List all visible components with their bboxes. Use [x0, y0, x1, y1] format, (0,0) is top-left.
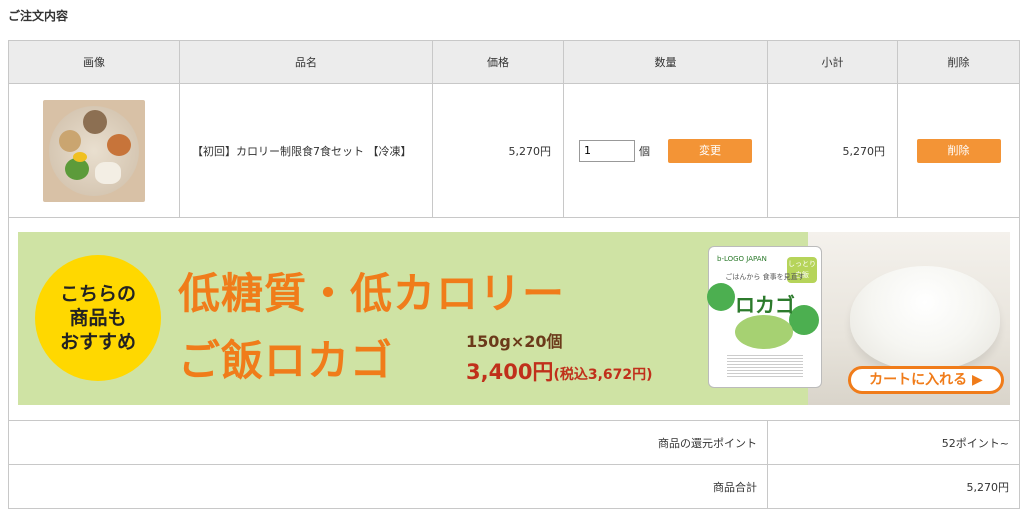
header-subtotal: 小計 — [767, 40, 898, 84]
product-price: 5,270円 — [432, 83, 564, 218]
package-tagline: ごはんから 食事を見直す — [725, 273, 805, 281]
delete-cell: 削除 — [897, 83, 1020, 218]
recommend-badge: こちらの 商品も おすすめ — [35, 255, 161, 381]
banner-quantity: 150g×20個 — [466, 332, 563, 351]
rice-bowl-image — [850, 266, 1000, 370]
product-thumbnail[interactable] — [43, 99, 145, 202]
table-header-row: 画像 品名 価格 数量 小計 削除 — [8, 40, 1020, 84]
quantity-cell: 個 変更 — [563, 83, 768, 218]
banner-tax: (税込3,672円) — [553, 367, 653, 383]
product-name: 【初回】カロリー制限食7食セット 【冷凍】 — [179, 83, 433, 218]
recommendation-banner[interactable]: こちらの 商品も おすすめ 低糖質・低カロリー ご飯ロカゴ 150g×20個 3… — [18, 232, 1010, 405]
header-name: 品名 — [179, 40, 433, 84]
header-delete: 削除 — [897, 40, 1020, 84]
header-image: 画像 — [8, 40, 180, 84]
banner-headline-2: ご飯ロカゴ — [178, 336, 394, 385]
badge-line: 商品も — [69, 307, 127, 329]
food-item — [73, 151, 87, 162]
food-item — [59, 129, 81, 152]
banner-row: こちらの 商品も おすすめ 低糖質・低カロリー ご飯ロカゴ 150g×20個 3… — [8, 217, 1020, 421]
product-subtotal: 5,270円 — [767, 83, 898, 218]
badge-line: こちらの — [59, 283, 136, 305]
food-item — [83, 109, 107, 134]
add-to-cart-button[interactable]: カートに入れる ▶ — [848, 366, 1004, 394]
table-row: 【初回】カロリー制限食7食セット 【冷凍】 5,270円 個 変更 5,270円… — [8, 83, 1020, 218]
banner-price-value: 3,400円 — [466, 360, 554, 384]
banner-cell: こちらの 商品も おすすめ 低糖質・低カロリー ご飯ロカゴ 150g×20個 3… — [8, 217, 1020, 421]
package-label-lines — [727, 353, 803, 379]
section-title: ご注文内容 — [8, 9, 69, 23]
order-table: 画像 品名 価格 数量 小計 削除 【初回】カロリー制限食7食セット 【冷凍】 — [8, 40, 1020, 509]
total-row: 商品合計 5,270円 — [8, 464, 1020, 509]
header-quantity: 数量 — [563, 40, 768, 84]
quantity-unit: 個 — [639, 144, 650, 158]
package-name: ロカゴ — [735, 293, 795, 317]
banner-headline-1: 低糖質・低カロリー — [178, 269, 566, 318]
package-brand: b-LOGO JAPAN — [717, 255, 767, 263]
total-label: 商品合計 — [8, 464, 768, 509]
quantity-input[interactable] — [579, 139, 635, 162]
points-row: 商品の還元ポイント 52ポイント~ — [8, 420, 1020, 465]
food-item — [95, 161, 121, 184]
header-price: 価格 — [432, 40, 564, 84]
product-image-cell — [8, 83, 180, 218]
banner-price: 3,400円(税込3,672円) — [466, 356, 653, 386]
package-bowl-graphic — [735, 315, 793, 349]
product-package-image: b-LOGO JAPAN しっとり 白飯 ごはんから 食事を見直す ロカゴ — [707, 246, 822, 388]
points-label: 商品の還元ポイント — [8, 420, 768, 465]
change-quantity-button[interactable]: 変更 — [668, 138, 752, 163]
total-value: 5,270円 — [767, 464, 1020, 509]
quantity-group: 個 変更 — [579, 138, 752, 163]
badge-line: おすすめ — [59, 331, 136, 353]
points-value: 52ポイント~ — [767, 420, 1020, 465]
food-item — [107, 133, 131, 156]
delete-item-button[interactable]: 削除 — [916, 138, 1001, 163]
